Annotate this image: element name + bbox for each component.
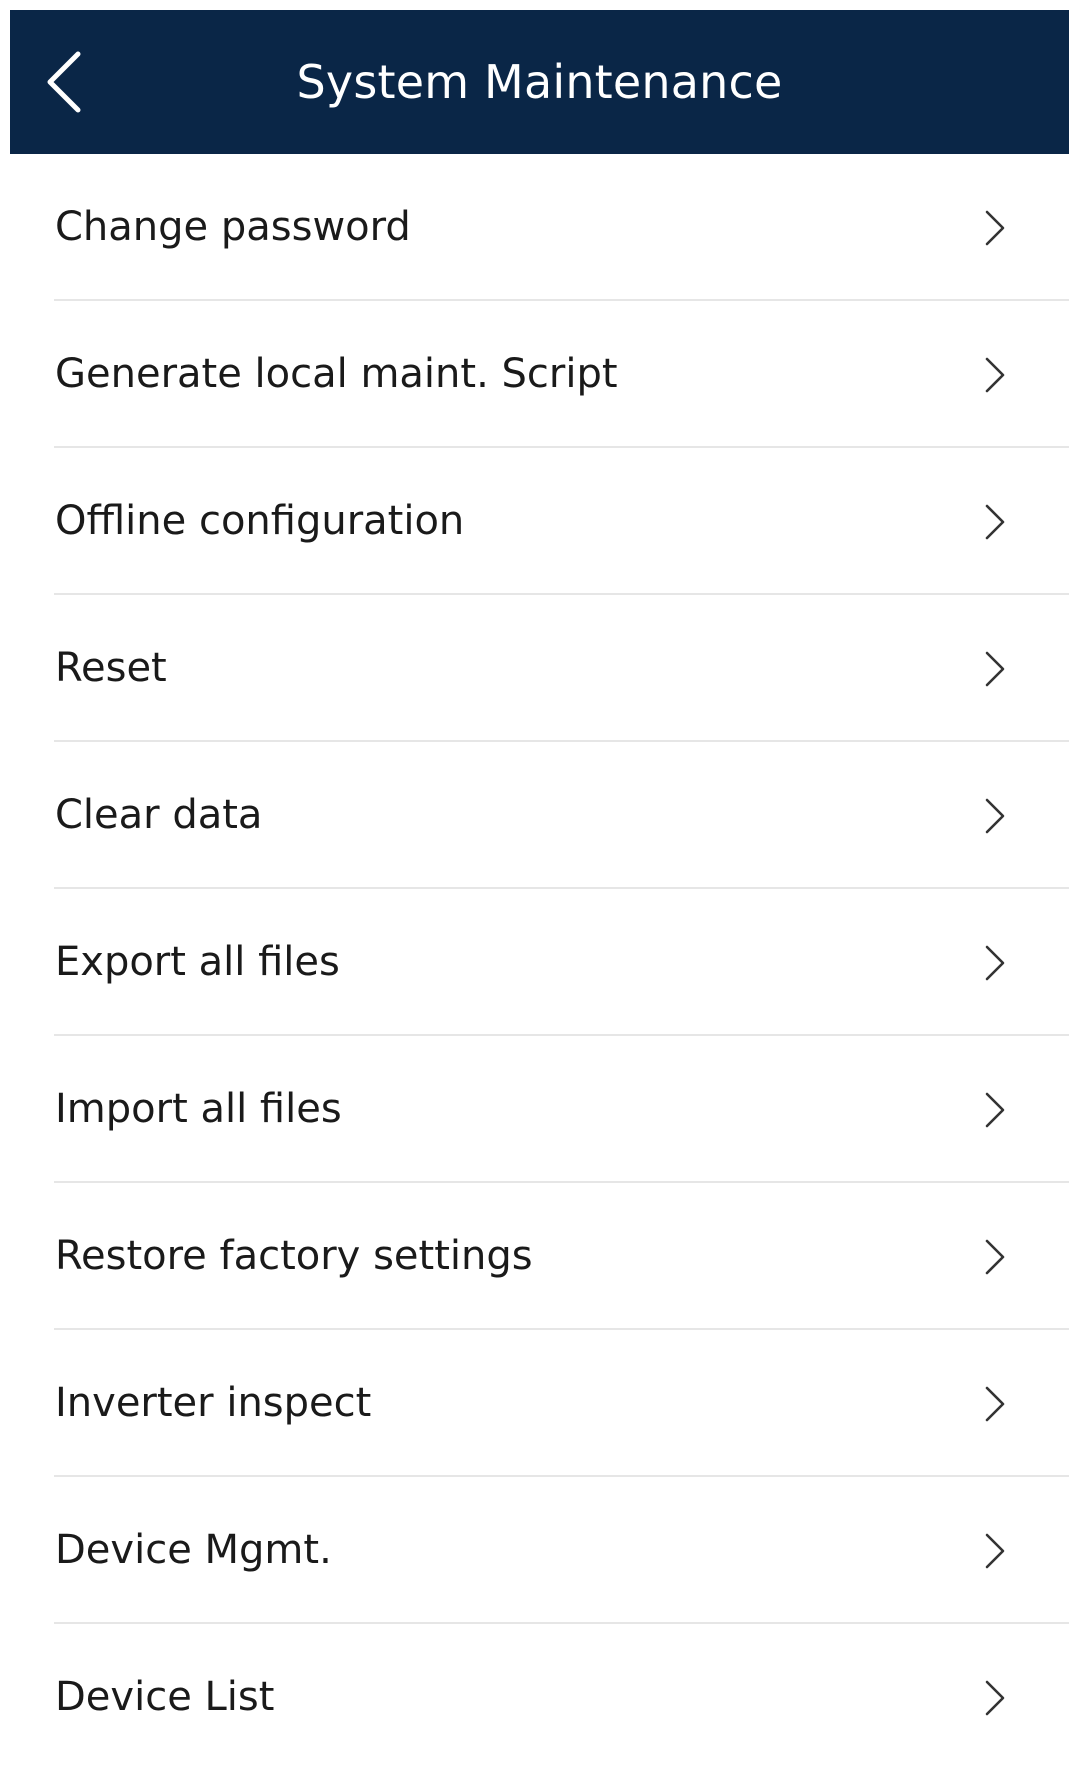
chevron-right-icon <box>983 1532 1007 1570</box>
menu-item-label: Device Mgmt. <box>55 1527 332 1573</box>
menu-item-label: Restore factory settings <box>55 1233 533 1279</box>
menu-item-inverter-inspect[interactable]: Inverter inspect <box>0 1330 1069 1477</box>
chevron-right-icon <box>983 209 1007 247</box>
menu-item-label: Clear data <box>55 792 263 838</box>
top-nav-bar: System Maintenance <box>10 10 1069 154</box>
chevron-right-icon <box>983 503 1007 541</box>
menu-item-device-mgmt[interactable]: Device Mgmt. <box>0 1477 1069 1624</box>
chevron-right-icon <box>983 1091 1007 1129</box>
chevron-right-icon <box>983 797 1007 835</box>
chevron-right-icon <box>983 944 1007 982</box>
chevron-right-icon <box>983 1238 1007 1276</box>
menu-item-label: Offline configuration <box>55 498 465 544</box>
menu-item-export-all-files[interactable]: Export all files <box>0 889 1069 1036</box>
menu-item-label: Change password <box>55 204 411 250</box>
menu-item-restore-factory-settings[interactable]: Restore factory settings <box>0 1183 1069 1330</box>
chevron-right-icon <box>983 650 1007 688</box>
menu-item-device-list[interactable]: Device List <box>0 1624 1069 1771</box>
menu-item-label: Reset <box>55 645 167 691</box>
menu-item-label: Generate local maint. Script <box>55 351 618 397</box>
menu-item-change-password[interactable]: Change password <box>0 154 1069 301</box>
chevron-right-icon <box>983 1679 1007 1717</box>
menu-item-generate-local-maint-script[interactable]: Generate local maint. Script <box>0 301 1069 448</box>
menu-item-reset[interactable]: Reset <box>0 595 1069 742</box>
menu-item-clear-data[interactable]: Clear data <box>0 742 1069 889</box>
menu-item-label: Import all files <box>55 1086 342 1132</box>
menu-item-label: Export all files <box>55 939 340 985</box>
maintenance-menu-list: Change password Generate local maint. Sc… <box>0 154 1069 1771</box>
chevron-right-icon <box>983 356 1007 394</box>
menu-item-label: Inverter inspect <box>55 1380 372 1426</box>
menu-item-label: Device List <box>55 1674 275 1720</box>
menu-item-offline-configuration[interactable]: Offline configuration <box>0 448 1069 595</box>
page-title: System Maintenance <box>296 55 783 109</box>
menu-item-import-all-files[interactable]: Import all files <box>0 1036 1069 1183</box>
chevron-right-icon <box>983 1385 1007 1423</box>
